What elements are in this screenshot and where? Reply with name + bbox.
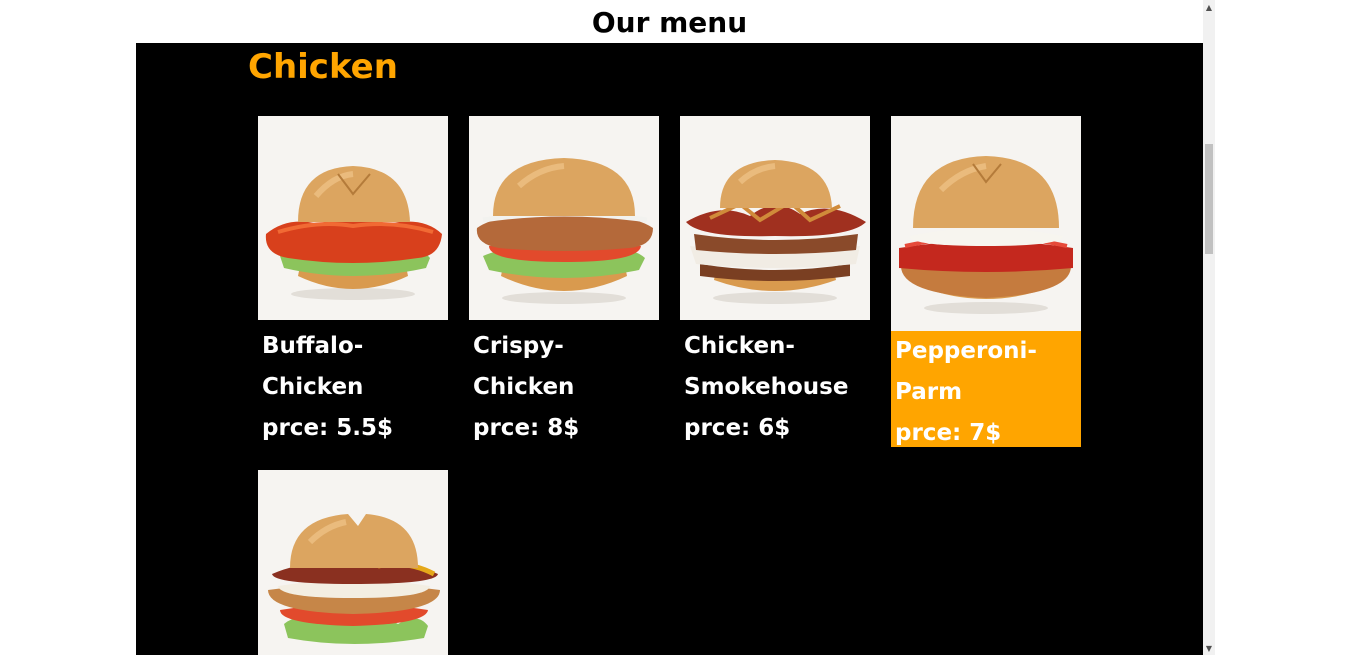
scroll-up-arrow-icon[interactable]: ▲	[1203, 2, 1215, 14]
menu-item-name: Crispy-Chicken	[473, 333, 575, 400]
menu-item-card[interactable]	[258, 470, 448, 655]
menu-item-price: prce: 6$	[684, 415, 791, 441]
menu-item-price: prce: 7$	[895, 420, 1002, 446]
chicken-smokehouse-sandwich-image	[680, 116, 870, 320]
menu-item-card[interactable]: Crispy-Chicken prce: 8$	[469, 116, 659, 449]
vertical-scrollbar[interactable]: ▲ ▼	[1203, 0, 1215, 655]
menu-item-card[interactable]: Chicken- Smokehouse prce: 6$	[680, 116, 870, 449]
pepperoni-parm-sandwich-image	[891, 116, 1081, 331]
menu-item-name: Chicken- Smokehouse	[684, 333, 849, 400]
crispy-chicken-sandwich-image	[469, 116, 659, 320]
chicken-bacon-sandwich-image	[258, 470, 448, 655]
menu-item-name: Buffalo-Chicken	[262, 333, 364, 400]
page: Our menu Chicken Buffalo-Chicken prce: 5…	[0, 0, 1350, 655]
scrollbar-thumb[interactable]	[1205, 144, 1213, 254]
menu-item-price: prce: 8$	[473, 415, 580, 441]
menu-item-card[interactable]: Buffalo-Chicken prce: 5.5$	[258, 116, 448, 449]
menu-item-name: Pepperoni-Parm	[895, 338, 1037, 405]
scroll-down-arrow-icon[interactable]: ▼	[1203, 643, 1215, 655]
menu-item-card-highlighted[interactable]: Pepperoni-Parm prce: 7$	[891, 116, 1081, 447]
category-heading: Chicken	[248, 47, 398, 87]
menu-panel: Chicken Buffalo-Chicken prce: 5.5$ Crisp…	[136, 43, 1203, 655]
page-title: Our menu	[591, 6, 748, 39]
buffalo-chicken-sandwich-image	[258, 116, 448, 320]
menu-item-price: prce: 5.5$	[262, 415, 393, 441]
